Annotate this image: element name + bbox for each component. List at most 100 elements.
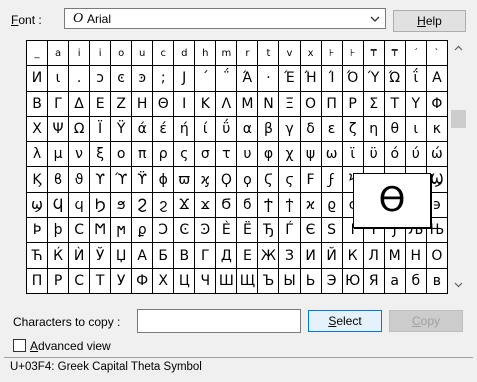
character-cell[interactable]: ϸ [47,217,70,244]
character-cell[interactable]: ά [131,115,154,143]
character-cell[interactable]: Τ [383,90,406,117]
character-cell[interactable]: В [173,242,196,269]
character-cell[interactable]: ψ [299,141,322,168]
character-cell[interactable]: Х [152,267,175,294]
character-cell[interactable]: У [110,267,133,294]
character-cell[interactable]: ϭ [236,191,259,219]
character-cell[interactable]: Ͼ [173,217,196,244]
character-cell[interactable]: a [47,39,70,67]
character-cell[interactable]: Ϫ [173,191,196,219]
character-cell[interactable]: Ѐ [215,217,238,244]
character-cell[interactable]: ή [173,115,196,143]
character-cell[interactable]: ₸ [362,39,385,67]
character-cell[interactable]: ϐ [47,166,70,193]
chevron-down-icon[interactable] [369,13,381,25]
character-cell[interactable]: Ͻ [152,217,175,244]
character-cell[interactable]: Ϯ [257,191,280,219]
character-cell[interactable]: а [383,267,406,294]
character-cell[interactable]: Џ [110,242,133,269]
character-cell[interactable]: Ђ [257,217,280,244]
character-cell[interactable]: · [257,65,280,92]
character-cell[interactable]: И [299,242,322,269]
character-cell[interactable]: α [236,115,259,143]
character-cell[interactable]: Λ [215,90,238,117]
character-cell[interactable]: ξ [89,141,112,168]
copy-button[interactable]: Copy [389,310,463,332]
character-cell[interactable]: Ю [341,267,364,294]
character-cell[interactable]: . [68,65,91,92]
character-cell[interactable]: Μ [236,90,259,117]
character-cell[interactable]: ϩ [152,191,175,219]
character-cell[interactable]: i [68,39,91,67]
character-cell[interactable]: ϝ [320,166,343,193]
character-cell[interactable]: ο [110,141,133,168]
character-cell[interactable]: o [110,39,133,67]
character-cell[interactable]: Φ [425,90,449,117]
character-cell[interactable]: Ά [236,65,259,92]
character-cell[interactable]: ω [320,141,343,168]
vertical-scrollbar[interactable] [450,40,467,293]
character-cell[interactable]: ί [194,115,217,143]
character-cell[interactable]: Ζ [110,90,133,117]
character-cell[interactable]: ι [404,115,427,143]
characters-to-copy-input[interactable] [137,309,301,333]
character-cell[interactable]: λ [25,141,49,168]
character-cell[interactable]: П [25,267,49,294]
character-cell[interactable]: Р [47,267,70,294]
character-cell[interactable]: Έ [278,65,301,92]
character-cell[interactable]: ϙ [236,166,259,193]
character-cell[interactable]: δ [299,115,322,143]
character-cell[interactable]: Н [404,242,427,269]
character-cell[interactable]: ϫ [194,191,217,219]
character-cell[interactable]: η [362,115,385,143]
character-cell[interactable]: ι [47,65,70,92]
character-cell[interactable]: Ћ [25,242,49,269]
character-cell[interactable]: А [131,242,154,269]
character-cell[interactable]: ϕ [152,166,175,193]
character-cell[interactable]: Σ [362,90,385,117]
character-cell[interactable]: ε [320,115,343,143]
character-cell[interactable]: Ѕ [320,217,343,244]
character-cell[interactable]: ϼ [131,217,154,244]
character-cell[interactable]: Й [320,242,343,269]
character-cell[interactable]: Ў [89,242,112,269]
character-cell[interactable]: m [215,39,238,67]
character-cell[interactable]: Ъ [257,267,280,294]
character-cell[interactable]: Д [215,242,238,269]
character-cell[interactable]: ´ [404,39,427,67]
character-cell[interactable]: Г [194,242,217,269]
character-cell[interactable]: Ϋ [110,115,133,143]
character-cell[interactable]: Ύ [362,65,385,92]
character-cell[interactable]: Γ [47,90,70,117]
character-cell[interactable]: ͼ [110,65,133,92]
character-cell[interactable]: Ё [236,217,259,244]
advanced-view-label[interactable]: Advanced view [30,339,111,353]
character-cell[interactable]: u [131,39,154,67]
character-cell[interactable]: Ь [299,267,322,294]
character-cell[interactable]: Β [25,90,49,117]
character-cell[interactable]: О [425,242,449,269]
character-cell[interactable]: ς [173,141,196,168]
character-cell[interactable]: v [278,39,301,67]
character-cell[interactable]: β [257,115,280,143]
character-cell[interactable]: ΅ [215,65,238,92]
character-cell[interactable]: Κ [194,90,217,117]
character-cell[interactable]: Е [236,242,259,269]
character-cell[interactable]: c [152,39,175,67]
character-cell[interactable]: π [131,141,154,168]
character-cell[interactable]: Э [320,267,343,294]
character-cell[interactable]: ζ [341,115,364,143]
character-cell[interactable]: ϯ [278,191,301,219]
character-cell[interactable]: С [68,267,91,294]
character-cell[interactable]: κ [425,115,449,143]
character-cell[interactable]: έ [152,115,175,143]
character-cell[interactable]: Є [299,217,322,244]
character-cell[interactable]: Χ [25,115,49,143]
scroll-down-arrow-icon[interactable] [450,276,467,293]
character-cell[interactable]: ό [383,141,406,168]
character-cell[interactable]: Ε [89,90,112,117]
character-cell[interactable]: М [383,242,406,269]
character-cell[interactable]: ϧ [110,191,133,219]
character-cell[interactable]: Η [131,90,154,117]
character-cell[interactable]: γ [278,115,301,143]
